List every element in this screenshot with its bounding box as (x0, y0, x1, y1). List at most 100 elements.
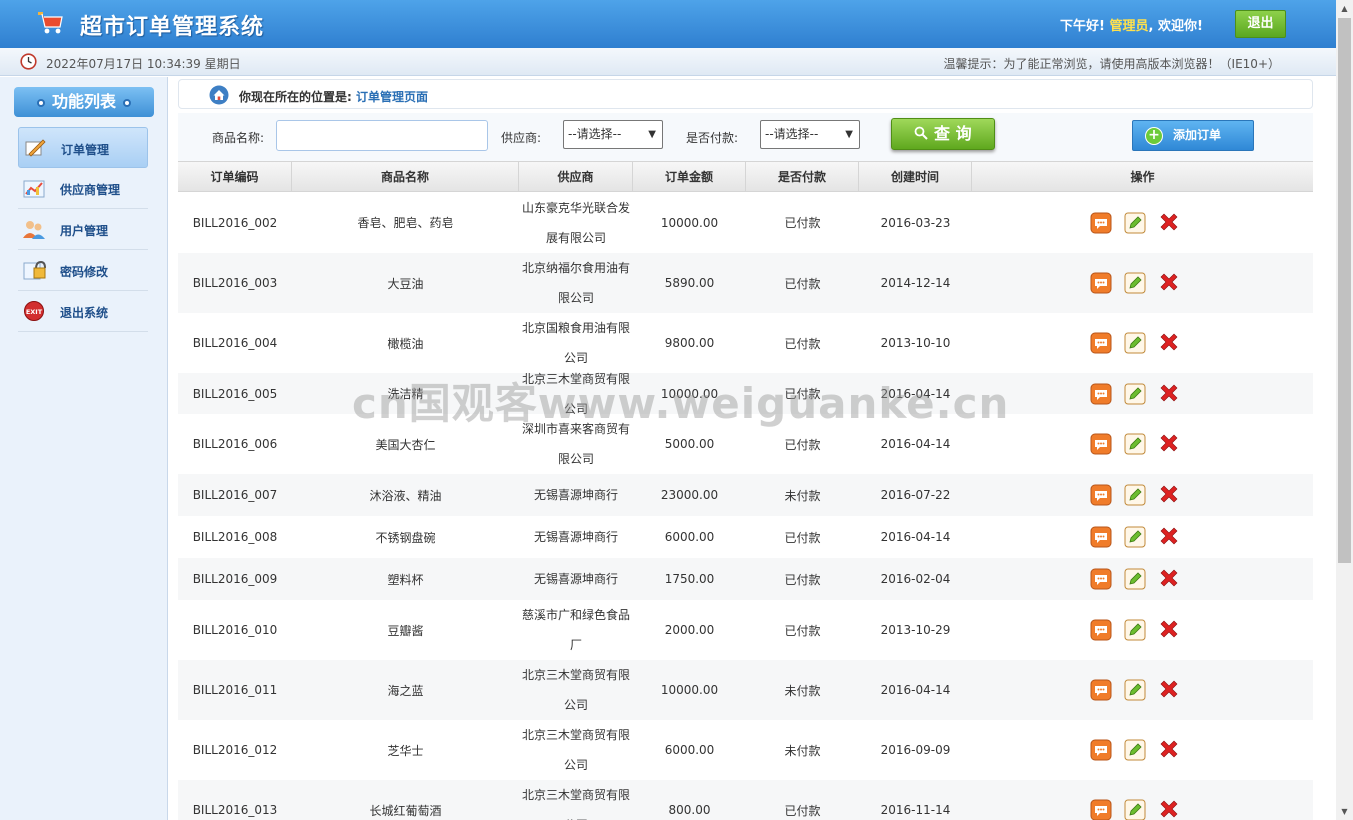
view-icon[interactable] (1090, 484, 1112, 506)
delete-icon[interactable] (1158, 212, 1180, 234)
row-actions (1090, 780, 1180, 820)
view-icon[interactable] (1090, 272, 1112, 294)
shopping-cart-icon (38, 12, 63, 34)
cell-code: BILL2016_007 (192, 488, 278, 502)
view-icon[interactable] (1090, 332, 1112, 354)
scrollbar-thumb[interactable] (1338, 18, 1351, 563)
cell-product: 不锈钢盘碗 (375, 530, 436, 545)
sidebar-item-exit[interactable]: EXIT 退出系统 (18, 291, 148, 332)
product-name-label: 商品名称: (212, 131, 265, 145)
cell-date: 2016-04-14 (880, 437, 951, 451)
edit-icon[interactable] (1124, 799, 1146, 820)
delete-icon[interactable] (1158, 799, 1180, 820)
edit-icon[interactable] (1124, 484, 1146, 506)
cell-provider: 北京三木堂商贸有限公司 (521, 728, 630, 772)
edit-icon[interactable] (1124, 383, 1146, 405)
view-icon[interactable] (1090, 526, 1112, 548)
table-row: BILL2016_007 沐浴液、精油 无锡喜源坤商行 23000.00 未付款 2016… (178, 474, 1313, 516)
cell-code: BILL2016_006 (192, 437, 278, 451)
cell-code: BILL2016_005 (192, 386, 278, 401)
cell-paid: 已付款 (784, 623, 821, 638)
view-icon[interactable] (1090, 212, 1112, 234)
cell-provider: 无锡喜源坤商行 (533, 572, 618, 586)
paid-select[interactable]: --请选择-- ▼ (760, 120, 860, 149)
column-header: 是否付款 (746, 162, 859, 192)
view-icon[interactable] (1090, 679, 1112, 701)
row-actions (1090, 192, 1180, 253)
edit-icon[interactable] (1124, 212, 1146, 234)
scroll-up-icon[interactable]: ▲ (1336, 0, 1353, 17)
cell-provider: 慈溪市广和绿色食品厂 (521, 608, 630, 652)
view-icon[interactable] (1090, 739, 1112, 761)
add-order-button[interactable]: + 添加订单 (1132, 120, 1254, 151)
view-icon[interactable] (1090, 568, 1112, 590)
scroll-down-icon[interactable]: ▼ (1336, 803, 1353, 820)
view-icon[interactable] (1090, 383, 1112, 405)
delete-icon[interactable] (1158, 433, 1180, 455)
browser-tip: 温馨提示：为了能正常浏览，请使用高版本浏览器！（IE10+） (943, 57, 1280, 71)
home-icon (209, 85, 229, 105)
provider-label: 供应商: (501, 131, 542, 145)
breadcrumb-page[interactable]: 订单管理页面 (356, 90, 428, 104)
delete-icon[interactable] (1158, 739, 1180, 761)
table-row: BILL2016_011 海之蓝 北京三木堂商贸有限公司 10000.00 未付款 201… (178, 660, 1313, 720)
query-button[interactable]: 查 询 (891, 118, 995, 150)
cell-paid: 未付款 (784, 683, 821, 698)
delete-icon[interactable] (1158, 272, 1180, 294)
edit-icon[interactable] (1124, 568, 1146, 590)
row-actions (1090, 313, 1180, 373)
cell-date: 2013-10-29 (880, 623, 951, 637)
cell-provider: 无锡喜源坤商行 (533, 530, 618, 544)
edit-icon[interactable] (1124, 272, 1146, 294)
table-row: BILL2016_012 芝华士 北京三木堂商贸有限公司 6000.00 未付款 2016… (178, 720, 1313, 780)
cell-date: 2016-02-04 (880, 572, 951, 586)
magnifier-icon (915, 126, 929, 140)
row-actions (1090, 516, 1180, 558)
cell-code: BILL2016_008 (192, 530, 278, 544)
status-bar: 2022年07月17日 10:34:39 星期日 温馨提示：为了能正常浏览，请使… (0, 48, 1336, 76)
edit-icon[interactable] (1124, 739, 1146, 761)
sidebar-item-users[interactable]: 用户管理 (18, 209, 148, 250)
delete-icon[interactable] (1158, 619, 1180, 641)
edit-icon[interactable] (1124, 679, 1146, 701)
delete-icon[interactable] (1158, 383, 1180, 405)
sidebar-item-label: 订单管理 (61, 143, 110, 157)
row-actions (1090, 373, 1180, 414)
paid-label: 是否付款: (686, 131, 739, 145)
table-row: BILL2016_005 洗洁精 北京三木堂商贸有限公司 10000.00 已付款 201… (178, 372, 1313, 416)
view-icon[interactable] (1090, 619, 1112, 641)
delete-icon[interactable] (1158, 568, 1180, 590)
edit-icon[interactable] (1124, 332, 1146, 354)
sidebar-item-password[interactable]: 密码修改 (18, 250, 148, 291)
cell-date: 2016-04-14 (880, 530, 951, 544)
column-header: 供应商 (519, 162, 633, 192)
cell-paid: 已付款 (784, 216, 821, 230)
sidebar-item-providers[interactable]: 供应商管理 (18, 168, 148, 209)
product-name-input[interactable] (276, 120, 488, 151)
row-actions (1090, 474, 1180, 516)
greeting: 下午好! 管理员, 欢迎你! (1060, 15, 1203, 34)
provider-select[interactable]: --请选择-- ▼ (563, 120, 663, 149)
edit-icon[interactable] (1124, 619, 1146, 641)
sidebar-item-orders[interactable]: 订单管理 (18, 127, 148, 168)
page-scrollbar[interactable]: ▲ ▼ (1336, 0, 1353, 820)
chart-icon (23, 180, 45, 198)
row-actions (1090, 660, 1180, 720)
sidebar-item-label: 密码修改 (60, 265, 109, 279)
sidebar-menu: 订单管理 供应商管理 用户管理 密码修改 EXIT 退出系统 (18, 127, 148, 332)
dot-icon (36, 98, 45, 107)
logout-button[interactable]: 退出 (1235, 10, 1286, 38)
function-list-title: 功能列表 (14, 87, 154, 117)
delete-icon[interactable] (1158, 679, 1180, 701)
cell-provider: 北京三木堂商贸有限公司 (521, 668, 630, 712)
delete-icon[interactable] (1158, 526, 1180, 548)
cell-paid: 未付款 (784, 488, 821, 503)
cell-product: 芝华士 (387, 743, 424, 758)
plus-icon: + (1145, 127, 1163, 145)
edit-icon[interactable] (1124, 526, 1146, 548)
delete-icon[interactable] (1158, 484, 1180, 506)
delete-icon[interactable] (1158, 332, 1180, 354)
view-icon[interactable] (1090, 799, 1112, 820)
view-icon[interactable] (1090, 433, 1112, 455)
edit-icon[interactable] (1124, 433, 1146, 455)
